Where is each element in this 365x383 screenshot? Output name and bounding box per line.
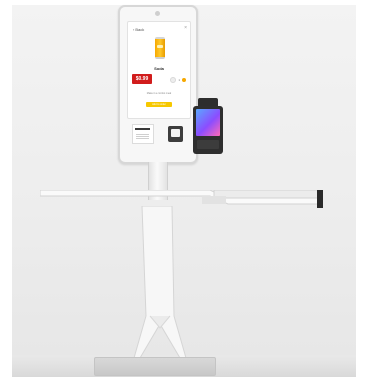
product-name: Soda [154,66,164,71]
terminal-body [193,106,223,154]
printer-slot [135,128,150,130]
combo-info-text: Make it a combo meal [146,92,172,95]
card-reader[interactable] [168,126,183,142]
kiosk-screen: ‹ Back × Soda $0.99 1 Make it a combo me… [127,21,191,119]
kiosk-head: ‹ Back × Soda $0.99 1 Make it a combo me… [118,5,198,164]
kiosk-base [94,357,216,376]
photo-frame: ‹ Back × Soda $0.99 1 Make it a combo me… [0,0,365,383]
chevron-left-icon: ‹ [133,27,135,32]
terminal-screen[interactable] [196,109,220,136]
kiosk-lower-panel [127,121,189,156]
plus-icon[interactable] [182,78,186,82]
payment-terminal[interactable] [193,98,223,156]
add-to-order-button[interactable]: Add to order [146,102,172,107]
price-badge: $0.99 [132,74,152,84]
can-label-stripe [157,45,163,48]
card-reader-screen [171,129,180,137]
quantity-value: 1 [178,78,180,82]
receipt-printer [132,124,154,144]
pedestal-graphic [133,206,187,359]
quantity-stepper[interactable]: 1 [170,77,186,83]
kiosk-pedestal [130,206,192,374]
back-link[interactable]: ‹ Back [133,27,144,32]
camera-lens [155,11,160,16]
printer-vent [136,134,149,140]
minus-icon[interactable] [170,77,177,83]
close-icon[interactable]: × [184,25,187,31]
soda-can-image [155,37,165,59]
terminal-keypad[interactable] [197,140,219,149]
back-label: Back [135,27,145,32]
